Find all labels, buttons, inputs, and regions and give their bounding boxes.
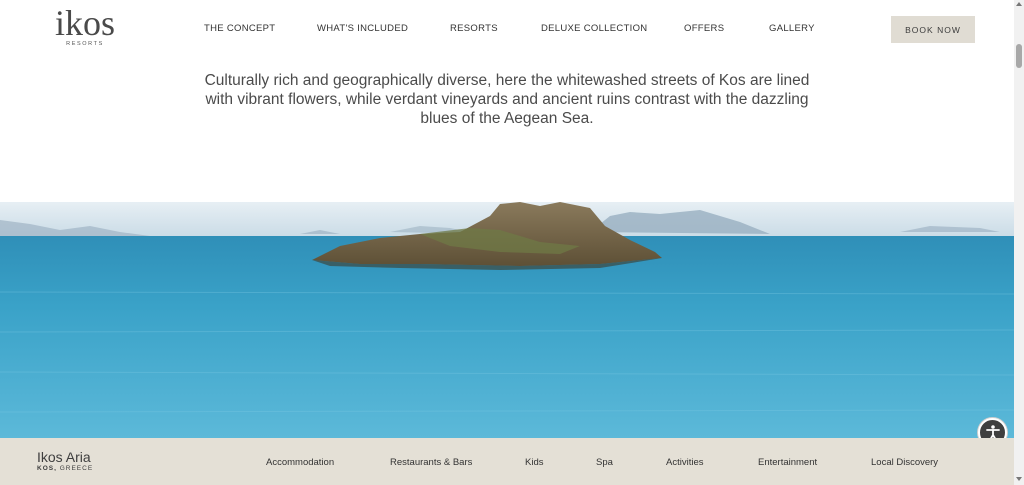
nav-gallery[interactable]: GALLERY: [769, 23, 815, 34]
nav-the-concept[interactable]: THE CONCEPT: [204, 23, 275, 34]
subnav-spa[interactable]: Spa: [596, 457, 613, 468]
subnav-activities[interactable]: Activities: [666, 457, 703, 468]
page-scrollbar[interactable]: [1014, 0, 1024, 485]
nav-deluxe-collection[interactable]: DELUXE COLLECTION: [541, 23, 647, 34]
nav-whats-included[interactable]: WHAT'S INCLUDED: [317, 23, 408, 34]
intro-text: Culturally rich and geographically diver…: [204, 72, 810, 127]
resort-name[interactable]: Ikos Aria: [37, 449, 91, 465]
ikos-logo[interactable]: ikos RESORTS: [50, 3, 120, 47]
resort-location-island: KOS,: [37, 465, 57, 472]
resort-subnav: Ikos Aria KOS, GREECE Accommodation Rest…: [0, 438, 1014, 485]
subnav-kids[interactable]: Kids: [525, 457, 543, 468]
resort-location-country: GREECE: [59, 465, 94, 472]
nav-resorts[interactable]: RESORTS: [450, 23, 498, 34]
resort-location: KOS, GREECE: [37, 465, 93, 472]
site-header: ikos RESORTS THE CONCEPT WHAT'S INCLUDED…: [0, 0, 1014, 58]
hero-image: [0, 202, 1014, 438]
scroll-up-arrow-icon[interactable]: [1016, 2, 1022, 6]
scroll-down-arrow-icon[interactable]: [1016, 477, 1022, 481]
island-sea-illustration: [0, 202, 1014, 438]
subnav-local-discovery[interactable]: Local Discovery: [871, 457, 938, 468]
scrollbar-thumb[interactable]: [1016, 44, 1022, 68]
book-now-button[interactable]: BOOK NOW: [891, 16, 975, 43]
subnav-accommodation[interactable]: Accommodation: [266, 457, 334, 468]
subnav-restaurants-bars[interactable]: Restaurants & Bars: [390, 457, 472, 468]
logo-wordmark: ikos: [54, 3, 115, 43]
nav-offers[interactable]: OFFERS: [684, 23, 724, 34]
subnav-entertainment[interactable]: Entertainment: [758, 457, 817, 468]
